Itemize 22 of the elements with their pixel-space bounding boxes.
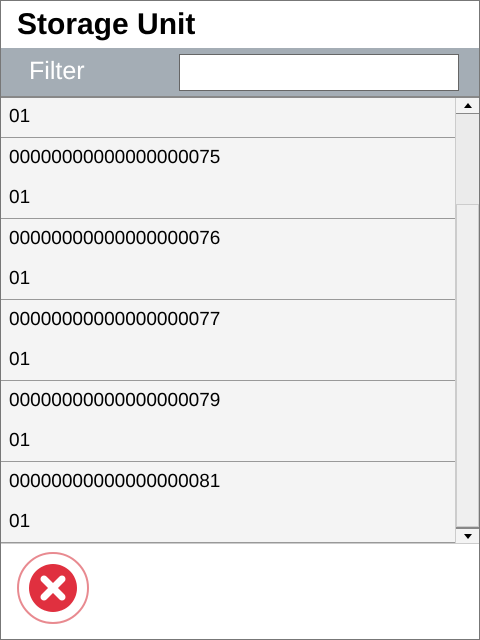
close-icon [28, 563, 78, 613]
item-text: 00000000000000000081 [9, 470, 222, 494]
scroll-up-button[interactable] [456, 98, 479, 114]
up-arrow-icon [464, 103, 472, 108]
item-text: 00000000000000000077 [9, 308, 222, 332]
item-text: 01 [9, 428, 32, 453]
item-text: 01 [9, 266, 32, 291]
scroll-down-button[interactable] [456, 527, 479, 543]
list-item[interactable]: 01 [1, 98, 455, 138]
filter-field[interactable] [179, 54, 459, 90]
scrollbar[interactable] [455, 98, 479, 543]
scroll-thumb[interactable] [456, 204, 479, 527]
item-text: 01 [9, 348, 32, 372]
item-text: 00000000000000000076 [9, 226, 222, 251]
item-text: 01 [9, 186, 32, 210]
item-text: 00000000000000000079 [9, 388, 222, 413]
window-title: Storage Unit [17, 7, 196, 43]
down-arrow-icon [464, 534, 472, 538]
item-text: 01 [9, 105, 32, 130]
filter-label: Filter [29, 56, 86, 88]
item-text: 00000000000000000075 [9, 146, 222, 170]
item-text: 01 [9, 510, 32, 534]
